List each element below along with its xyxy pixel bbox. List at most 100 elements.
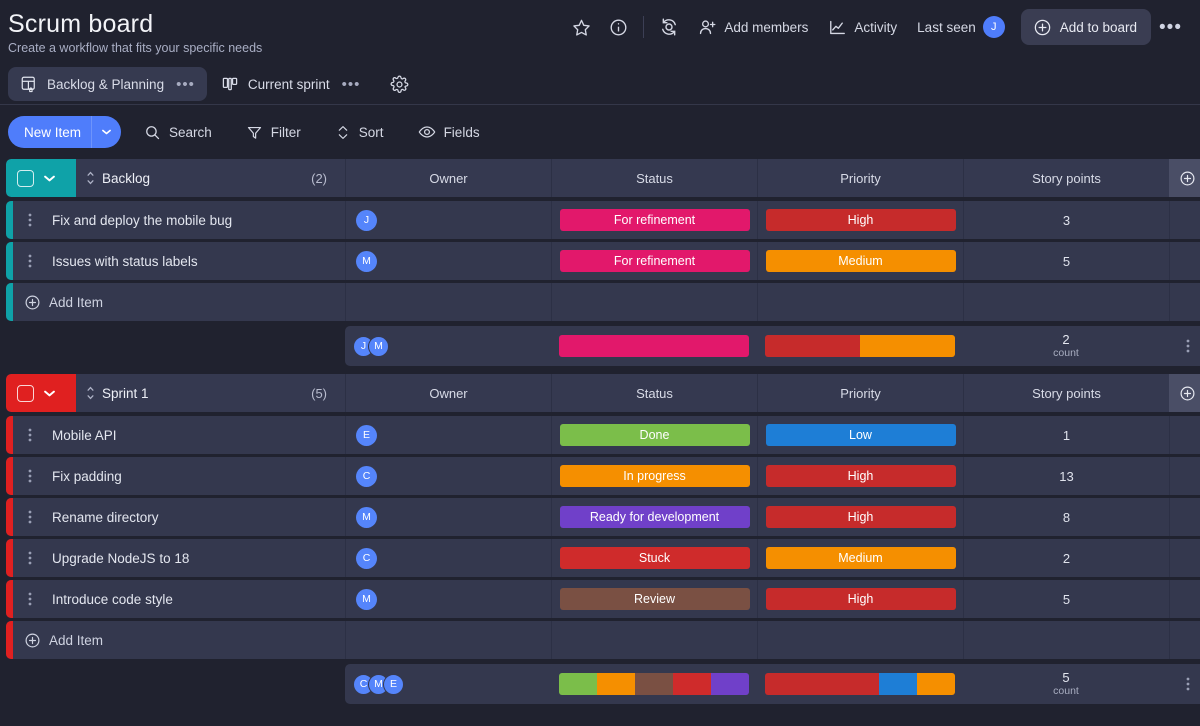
table-row[interactable]: Introduce code styleMReviewHigh5 — [6, 580, 1194, 618]
last-seen[interactable]: Last seen J — [907, 10, 1015, 44]
add-column-button[interactable] — [1169, 159, 1200, 197]
cell-priority[interactable]: Medium — [757, 242, 963, 280]
cell-story-points[interactable]: 1 — [963, 416, 1169, 454]
cell-priority[interactable]: High — [757, 201, 963, 239]
chevron-down-icon[interactable] — [36, 390, 62, 397]
cell-priority[interactable]: Low — [757, 416, 963, 454]
filter-icon — [246, 124, 263, 141]
tab-current-sprint-menu[interactable]: ••• — [342, 77, 361, 92]
group-name[interactable]: Sprint 1 — [102, 386, 149, 401]
row-name-cell[interactable]: Introduce code style — [6, 580, 345, 618]
cell-status[interactable]: Ready for development — [551, 498, 757, 536]
row-menu-button[interactable] — [28, 510, 46, 524]
cell-story-points[interactable]: 5 — [963, 580, 1169, 618]
table-row[interactable]: Upgrade NodeJS to 18CStuckMedium2 — [6, 539, 1194, 577]
cell-owner[interactable]: C — [345, 539, 551, 577]
cell-owner[interactable]: M — [345, 242, 551, 280]
column-header-owner[interactable]: Owner — [345, 159, 551, 197]
filter-button[interactable]: Filter — [235, 116, 312, 148]
activity-button[interactable]: Activity — [818, 10, 907, 44]
cell-story-points[interactable]: 13 — [963, 457, 1169, 495]
search-button[interactable]: Search — [133, 116, 223, 148]
cell-status[interactable]: Done — [551, 416, 757, 454]
cell-owner[interactable]: M — [345, 498, 551, 536]
cell-status[interactable]: Review — [551, 580, 757, 618]
cell-status[interactable]: For refinement — [551, 201, 757, 239]
cell-story-points[interactable]: 3 — [963, 201, 1169, 239]
kebab-icon[interactable] — [1186, 677, 1190, 691]
add-column-button[interactable] — [1169, 374, 1200, 412]
add-item-button[interactable]: Add Item — [6, 621, 345, 659]
group-select-control[interactable] — [6, 374, 76, 412]
summary-menu-button[interactable] — [1169, 326, 1200, 366]
cell-owner[interactable]: E — [345, 416, 551, 454]
cell-status[interactable]: Stuck — [551, 539, 757, 577]
row-menu-button[interactable] — [28, 469, 46, 483]
table-row[interactable]: Issues with status labelsMFor refinement… — [6, 242, 1194, 280]
chevron-down-icon[interactable] — [36, 175, 62, 182]
board-more-button[interactable]: ••• — [1151, 18, 1190, 37]
table-row[interactable]: Mobile API EDoneLow1 — [6, 416, 1194, 454]
tab-backlog-menu[interactable]: ••• — [176, 77, 195, 92]
gear-icon[interactable] — [382, 67, 416, 101]
group-select-control[interactable] — [6, 159, 76, 197]
summary-menu-button[interactable] — [1169, 664, 1200, 704]
row-name-cell[interactable]: Rename directory — [6, 498, 345, 536]
group-name[interactable]: Backlog — [102, 171, 150, 186]
cell-status[interactable]: For refinement — [551, 242, 757, 280]
new-item-button[interactable]: New Item — [8, 116, 121, 148]
info-button[interactable] — [600, 10, 637, 44]
row-name-cell[interactable]: Upgrade NodeJS to 18 — [6, 539, 345, 577]
column-header-status[interactable]: Status — [551, 159, 757, 197]
cell-priority[interactable]: Medium — [757, 539, 963, 577]
row-name-cell[interactable]: Issues with status labels — [6, 242, 345, 280]
tab-backlog-planning[interactable]: Backlog & Planning ••• — [8, 67, 207, 101]
sort-button[interactable]: Sort — [324, 116, 395, 148]
row-menu-button[interactable] — [28, 213, 46, 227]
cell-story-points[interactable]: 5 — [963, 242, 1169, 280]
summary-segment — [879, 673, 917, 695]
cell-priority[interactable]: High — [757, 580, 963, 618]
cell-story-points[interactable]: 2 — [963, 539, 1169, 577]
column-header-owner[interactable]: Owner — [345, 374, 551, 412]
cell-owner[interactable]: M — [345, 580, 551, 618]
cell-status[interactable]: In progress — [551, 457, 757, 495]
drag-handle-icon[interactable] — [76, 386, 102, 400]
cell-priority[interactable]: High — [757, 498, 963, 536]
kebab-icon[interactable] — [1186, 339, 1190, 353]
fields-button[interactable]: Fields — [407, 116, 491, 148]
group-checkbox[interactable] — [17, 170, 34, 187]
row-name-cell[interactable]: Mobile API — [6, 416, 345, 454]
row-menu-button[interactable] — [28, 592, 46, 606]
row-menu-button[interactable] — [28, 551, 46, 565]
table-row[interactable]: Rename directoryMReady for developmentHi… — [6, 498, 1194, 536]
row-menu-button[interactable] — [28, 254, 46, 268]
add-item-button[interactable]: Add Item — [6, 283, 345, 321]
column-header-priority[interactable]: Priority — [757, 159, 963, 197]
column-header-priority[interactable]: Priority — [757, 374, 963, 412]
cell-story-points[interactable]: 8 — [963, 498, 1169, 536]
favorite-button[interactable] — [563, 10, 600, 44]
drag-handle-icon[interactable] — [76, 171, 102, 185]
table-row[interactable]: Fix paddingCIn progressHigh13 — [6, 457, 1194, 495]
cell-priority[interactable]: High — [757, 457, 963, 495]
table-row[interactable]: Fix and deploy the mobile bugJFor refine… — [6, 201, 1194, 239]
row-name-cell[interactable]: Fix padding — [6, 457, 345, 495]
add-item-row[interactable]: Add Item — [6, 621, 1194, 659]
cell-owner[interactable]: J — [345, 201, 551, 239]
column-header-status[interactable]: Status — [551, 374, 757, 412]
add-to-board-button[interactable]: Add to board — [1021, 9, 1151, 45]
priority-distribution-bar — [765, 335, 955, 357]
row-menu-button[interactable] — [28, 428, 46, 442]
group-checkbox[interactable] — [17, 385, 34, 402]
column-header-story-points[interactable]: Story points — [963, 159, 1169, 197]
cell-owner[interactable]: C — [345, 457, 551, 495]
chevron-down-icon[interactable] — [92, 129, 121, 135]
add-item-row[interactable]: Add Item — [6, 283, 1194, 321]
automations-button[interactable] — [650, 10, 688, 44]
row-name-cell[interactable]: Fix and deploy the mobile bug — [6, 201, 345, 239]
row-title: Mobile API — [52, 428, 117, 443]
column-header-story-points[interactable]: Story points — [963, 374, 1169, 412]
tab-current-sprint[interactable]: Current sprint ••• — [209, 67, 373, 101]
add-members-button[interactable]: Add members — [688, 10, 818, 44]
